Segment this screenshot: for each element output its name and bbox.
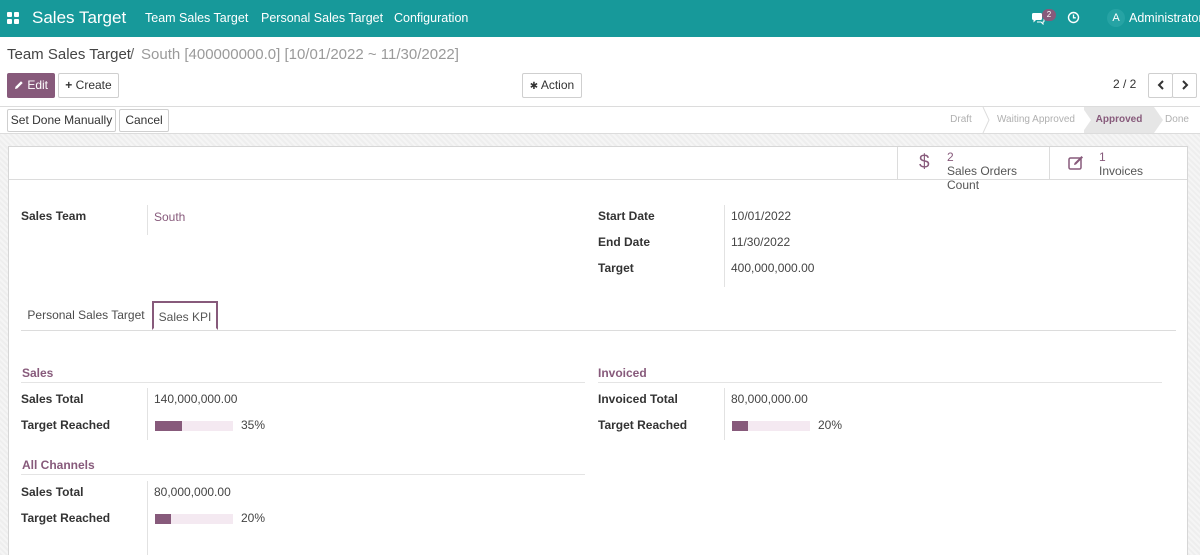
invoiced-total-value: 80,000,000.00	[731, 392, 808, 406]
field-divider	[724, 205, 725, 287]
menu-configuration[interactable]: Configuration	[394, 11, 468, 25]
control-panel: Team Sales Target / South [400000000.0] …	[0, 37, 1200, 107]
stage-done[interactable]: Done	[1162, 107, 1192, 133]
top-navbar: Sales Target Team Sales Target Personal …	[0, 0, 1200, 37]
sales-orders-label: Sales Orders Count	[947, 164, 1018, 192]
smart-button-box: $ 2 Sales Orders Count 1 Invoices	[9, 147, 1187, 192]
invoiced-progress-percent: 20%	[818, 418, 843, 432]
breadcrumb-root[interactable]: Team Sales Target	[7, 46, 131, 63]
messages-badge: 2	[1042, 9, 1056, 21]
breadcrumb-separator: /	[130, 46, 135, 63]
sales-target-reached-label: Target Reached	[21, 418, 111, 432]
start-date-value: 10/01/2022	[731, 209, 792, 223]
chevron-left-icon	[1157, 80, 1164, 90]
all-channels-section-title: All Channels	[22, 458, 95, 472]
gear-icon: ✱	[529, 81, 539, 92]
sales-section-title: Sales	[22, 366, 54, 380]
target-label: Target	[598, 261, 634, 275]
invoiced-progress-fill	[732, 421, 748, 431]
end-date-label: End Date	[598, 235, 651, 249]
all-channels-progress-fill	[155, 514, 171, 524]
pager-value[interactable]: 2 / 2	[1113, 77, 1136, 91]
breadcrumb-current: South [400000000.0] [10/01/2022 ~ 11/30/…	[141, 46, 459, 63]
tab-personal-sales-target[interactable]: Personal Sales Target	[21, 301, 151, 330]
end-date-value: 11/30/2022	[731, 235, 791, 249]
field-divider	[147, 205, 148, 235]
user-menu[interactable]: Administrator	[1129, 11, 1200, 25]
stage-draft[interactable]: Draft	[938, 107, 984, 133]
sales-progress-bar	[155, 421, 233, 431]
clock-icon[interactable]	[1067, 11, 1080, 24]
sales-orders-smart-button[interactable]: $ 2 Sales Orders Count	[897, 147, 1049, 192]
stage-approved[interactable]: Approved	[1084, 107, 1154, 133]
menu-personal-sales-target[interactable]: Personal Sales Target	[261, 11, 383, 25]
invoiced-section-title: Invoiced	[598, 366, 647, 380]
invoices-label: Invoices	[1099, 164, 1144, 178]
start-date-label: Start Date	[598, 209, 655, 223]
field-divider	[147, 481, 148, 555]
action-button[interactable]: ✱ Action	[522, 73, 582, 98]
section-separator	[21, 382, 585, 383]
action-button-label: Action	[540, 78, 575, 92]
tab-sales-kpi[interactable]: Sales KPI	[152, 301, 218, 330]
all-channels-progress-percent: 20%	[241, 511, 266, 525]
cancel-button[interactable]: Cancel	[119, 109, 169, 132]
target-value: 400,000,000.00	[731, 261, 815, 275]
invoices-smart-button[interactable]: 1 Invoices	[1049, 147, 1187, 180]
dollar-icon: $	[919, 152, 930, 173]
create-button[interactable]: + Create	[58, 73, 119, 98]
stage-arrow	[1082, 107, 1091, 133]
plus-icon: +	[65, 78, 73, 92]
sales-team-label: Sales Team	[21, 209, 87, 223]
avatar[interactable]: A	[1107, 9, 1125, 27]
section-separator	[598, 382, 1162, 383]
sales-progress-percent: 35%	[241, 418, 266, 432]
all-channels-total-label: Sales Total	[21, 485, 84, 499]
create-button-label: Create	[75, 78, 112, 92]
edit-button-label: Edit	[27, 78, 49, 92]
all-channels-target-reached-label: Target Reached	[21, 511, 111, 525]
edit-button[interactable]: Edit	[7, 73, 55, 98]
invoiced-progress-bar	[732, 421, 810, 431]
menu-team-sales-target[interactable]: Team Sales Target	[145, 11, 248, 25]
all-channels-total-value: 80,000,000.00	[154, 485, 231, 499]
chevron-right-icon	[1181, 80, 1188, 90]
field-divider	[147, 388, 148, 440]
form-sheet: $ 2 Sales Orders Count 1 Invoices Sales …	[8, 146, 1188, 555]
apps-menu-icon[interactable]	[7, 12, 19, 24]
pager-next-button[interactable]	[1172, 73, 1197, 98]
sales-total-label: Sales Total	[21, 392, 84, 406]
all-channels-progress-bar	[155, 514, 233, 524]
section-separator	[21, 474, 585, 475]
set-done-manually-button[interactable]: Set Done Manually	[7, 109, 116, 132]
sales-progress-fill	[155, 421, 183, 431]
app-brand[interactable]: Sales Target	[32, 8, 126, 28]
stage-waiting-approved[interactable]: Waiting Approved	[990, 107, 1082, 133]
field-divider	[724, 388, 725, 440]
status-bar: Set Done Manually Cancel Draft Waiting A…	[0, 107, 1200, 134]
invoices-count: 1	[1099, 150, 1106, 164]
sales-team-link[interactable]: South	[154, 210, 185, 224]
sales-orders-count: 2	[947, 150, 954, 164]
pencil-icon	[14, 81, 23, 89]
stage-separator	[982, 107, 990, 133]
pager-previous-button[interactable]	[1148, 73, 1173, 98]
invoiced-total-label: Invoiced Total	[598, 392, 678, 406]
invoiced-target-reached-label: Target Reached	[598, 418, 688, 432]
edit-document-icon	[1068, 156, 1083, 170]
sales-total-value: 140,000,000.00	[154, 392, 238, 406]
